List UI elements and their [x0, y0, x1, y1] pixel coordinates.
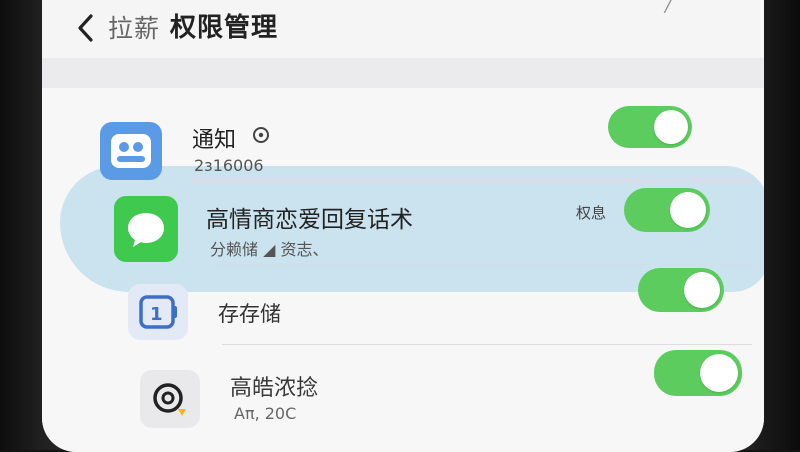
list-item-camera[interactable]: 高皓浓捻 Aπ, 20C — [42, 346, 764, 436]
row-title: 高皓浓捻 — [230, 376, 319, 401]
notification-toggle[interactable] — [608, 106, 692, 148]
row-title: 高情商恋爱回复话术 — [206, 207, 413, 233]
more-icon[interactable]: ╱ — [664, 0, 674, 13]
divider — [192, 180, 752, 181]
divider — [212, 264, 752, 265]
row-subtitle: 分赖储 ◢ 资志、 — [210, 240, 329, 259]
messages-toggle[interactable] — [624, 188, 710, 232]
page-title: 权限管理 — [170, 13, 279, 43]
storage-toggle[interactable] — [638, 268, 724, 312]
toggle-knob — [700, 354, 738, 392]
storage-icon: 1 — [128, 284, 188, 340]
list-item-notification[interactable]: 通知 2з16006 — [42, 100, 764, 190]
camera-toggle[interactable] — [654, 350, 742, 396]
app-name: 拉薪 — [108, 14, 161, 43]
info-icon[interactable] — [252, 126, 270, 144]
permission-badge: 权息 — [576, 204, 607, 222]
chat-bubble-icon — [100, 122, 162, 180]
chevron-left-icon — [78, 14, 93, 42]
row-title: 存存储 — [218, 302, 281, 326]
section-divider — [42, 58, 764, 88]
back-button[interactable] — [70, 8, 100, 48]
row-title: 通知 — [192, 128, 237, 153]
row-subtitle: Aπ, 20C — [234, 404, 297, 423]
phone-screen: 拉薪 权限管理 ╱ 通知 2з16006 高情商恋爱回复话术 分赖储 ◢ 资志、… — [42, 0, 764, 452]
row-subtitle: 2з16006 — [194, 156, 264, 175]
toggle-knob — [654, 110, 688, 144]
message-icon — [114, 196, 178, 262]
list-item-messages[interactable]: 高情商恋爱回复话术 分赖储 ◢ 资志、 权息 — [42, 182, 764, 272]
toggle-knob — [670, 192, 706, 228]
camera-icon — [140, 370, 200, 428]
list-item-storage[interactable]: 1 存存储 — [42, 268, 764, 348]
svg-text:1: 1 — [150, 304, 163, 325]
divider — [222, 344, 752, 345]
top-bar: 拉薪 权限管理 ╱ — [42, 0, 764, 58]
toggle-knob — [684, 272, 720, 308]
